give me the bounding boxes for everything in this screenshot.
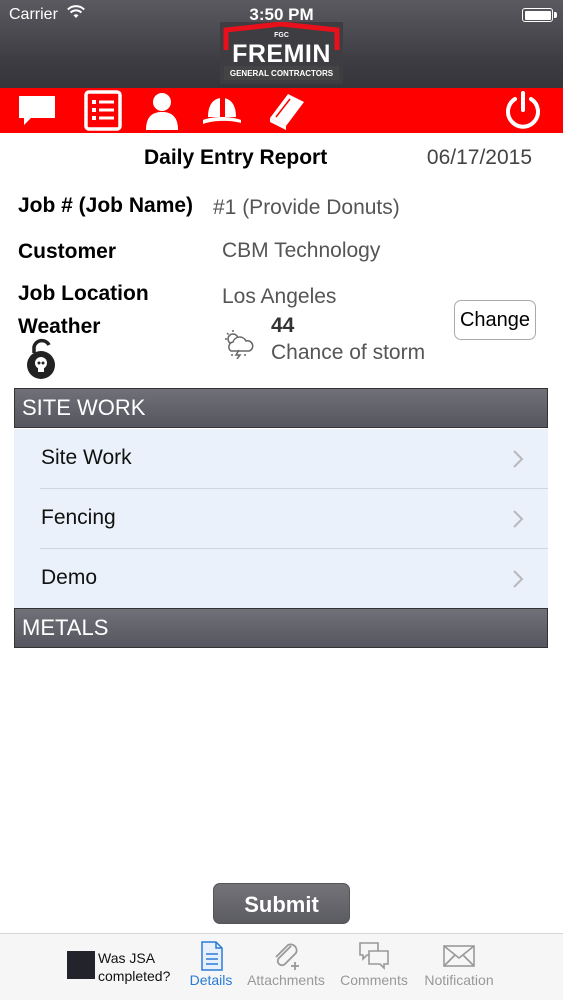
- comments-icon: [359, 942, 389, 970]
- chat-icon[interactable]: [16, 90, 58, 131]
- chevron-right-icon: [513, 510, 524, 528]
- tab-bar: Was JSA completed? Details Attachments C…: [0, 933, 563, 1000]
- logo-name: FREMIN: [232, 40, 331, 68]
- envelope-icon: [443, 945, 475, 967]
- page-title: Daily Entry Report: [144, 146, 328, 169]
- list-item-label: Fencing: [41, 506, 116, 529]
- list-item[interactable]: Site Work: [14, 429, 548, 489]
- paperclip-icon: [275, 943, 299, 970]
- list-item[interactable]: Demo: [14, 549, 548, 609]
- battery-icon: [522, 8, 557, 22]
- person-icon[interactable]: [141, 90, 183, 131]
- weather-label: Weather: [18, 315, 101, 338]
- tab-comments[interactable]: Comments: [335, 940, 413, 998]
- tab-attachments[interactable]: Attachments: [240, 940, 332, 998]
- document-icon: [201, 941, 223, 971]
- forecast: Chance of storm: [271, 341, 426, 364]
- tab-details[interactable]: Details: [186, 940, 236, 998]
- submit-button[interactable]: Submit: [213, 883, 350, 924]
- logo-abbrev: FGC: [274, 32, 289, 39]
- report-date: 06/17/2015: [426, 146, 532, 169]
- job-label: Job # (Job Name): [18, 194, 194, 217]
- location-value: Los Angeles: [222, 285, 337, 308]
- logo-subtitle: GENERAL CONTRACTORS: [228, 69, 335, 78]
- change-weather-button[interactable]: Change: [454, 300, 536, 340]
- tab-label: Notification: [424, 972, 494, 988]
- app-header: Carrier 3:50 PM FGC FREMIN GENERAL CONTR…: [0, 0, 563, 88]
- tab-label: Attachments: [247, 972, 325, 988]
- section-header-site-work: SITE WORK: [14, 388, 548, 428]
- chevron-right-icon: [513, 450, 524, 468]
- main-toolbar: [0, 88, 563, 133]
- section-header-metals: METALS: [14, 608, 548, 648]
- tab-label: Details: [189, 972, 233, 988]
- power-icon[interactable]: [502, 90, 544, 131]
- storm-cloud-icon: [225, 330, 254, 359]
- site-work-list: Site Work Fencing Demo: [14, 429, 548, 608]
- list-item-label: Demo: [41, 566, 98, 589]
- tab-notification[interactable]: Notification: [418, 940, 500, 998]
- list-item[interactable]: Fencing: [14, 489, 548, 549]
- location-label: Job Location: [18, 282, 149, 305]
- customer-value: CBM Technology: [222, 239, 381, 262]
- jsa-checkbox[interactable]: [67, 951, 95, 979]
- temperature: 44: [271, 314, 295, 337]
- job-value: #1 (Provide Donuts): [213, 196, 400, 219]
- list-item-label: Site Work: [41, 446, 132, 469]
- customer-label: Customer: [18, 240, 117, 263]
- list-icon[interactable]: [82, 90, 124, 131]
- chevron-right-icon: [513, 570, 524, 588]
- tab-label: Comments: [340, 972, 408, 988]
- company-logo: FGC FREMIN GENERAL CONTRACTORS: [220, 22, 343, 84]
- book-icon[interactable]: [266, 90, 308, 131]
- lock-icon[interactable]: [23, 337, 59, 379]
- jsa-label: Was JSA completed?: [98, 950, 171, 984]
- hard-hat-icon[interactable]: [201, 90, 243, 131]
